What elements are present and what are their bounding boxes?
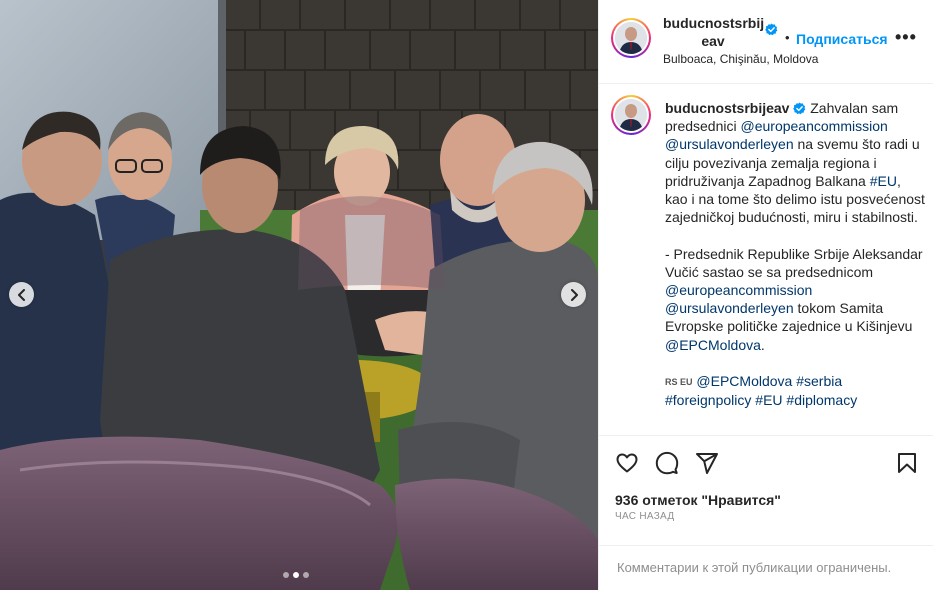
avatar-image [615,22,647,54]
hashtag-link[interactable]: #EU [755,392,782,408]
caption-username-link[interactable]: buducnostsrbijeav [665,100,789,116]
carousel-indicator [283,572,309,578]
carousel-next-button[interactable] [561,282,586,307]
hashtag-link[interactable]: #diplomacy [786,392,857,408]
mention-link[interactable]: @ursulavonderleyen [665,136,794,152]
post-caption: buducnostsrbijeav Zahvalan sam predsedni… [599,85,933,435]
hashtag-link[interactable]: #EU [870,173,897,189]
mention-link[interactable]: @ursulavonderleyen [665,300,794,316]
mention-link[interactable]: @EPCMoldova [665,337,761,353]
header-separator: • [785,30,790,45]
caption-text-segment: - Predsednik Republike Srbije Aleksandar… [665,245,923,280]
post-timestamp[interactable]: ЧАС НАЗАД [615,511,674,522]
verified-badge-icon [793,102,806,115]
photo-scene [0,0,598,590]
caption-text: buducnostsrbijeav Zahvalan sam predsedni… [665,99,927,409]
comment-icon[interactable] [655,451,679,475]
bookmark-icon[interactable] [895,451,919,475]
caption-text-segment: . [760,336,765,353]
author-username-link[interactable]: buducnostsrbij eav [663,14,765,50]
username-line-1: buducnostsrbij [663,15,765,31]
post-header: buducnostsrbij eav • Подписаться ••• Bul… [599,0,933,84]
share-icon[interactable] [695,451,719,475]
avatar-image [615,99,647,131]
follow-button[interactable]: Подписаться [796,31,888,47]
mention-link[interactable]: @EPCMoldova [696,373,792,389]
chevron-right-icon [570,288,578,301]
mention-link[interactable]: @europeancommission [665,282,812,298]
comments-restricted-text: Комментарии к этой публикации ограничены… [617,560,892,575]
post-actions: 936 отметок "Нравится" ЧАС НАЗАД [599,435,933,535]
carousel-dot [303,572,309,578]
hashtag-link[interactable]: #foreignpolicy [665,392,751,408]
verified-badge-icon [765,23,778,36]
flag-emojis: RS EU [665,377,693,388]
carousel-dot-active [293,572,299,578]
carousel-dot [283,572,289,578]
more-options-button[interactable]: ••• [895,28,917,46]
likes-count[interactable]: 936 отметок "Нравится" [615,492,781,508]
username-line-2: eav [701,33,725,49]
location-link[interactable]: Bulboaca, Chişinău, Moldova [663,52,818,66]
caption-author-avatar[interactable] [611,95,651,135]
post-photo[interactable] [0,0,598,590]
chevron-left-icon [17,288,25,301]
comments-restricted-notice: Комментарии к этой публикации ограничены… [599,545,933,590]
author-avatar[interactable] [611,18,651,58]
carousel-prev-button[interactable] [9,282,34,307]
hashtag-link[interactable]: #serbia [796,373,842,389]
post-side-panel: buducnostsrbij eav • Подписаться ••• Bul… [598,0,933,590]
mention-link[interactable]: @europeancommission [741,118,888,134]
heart-icon[interactable] [615,451,639,475]
